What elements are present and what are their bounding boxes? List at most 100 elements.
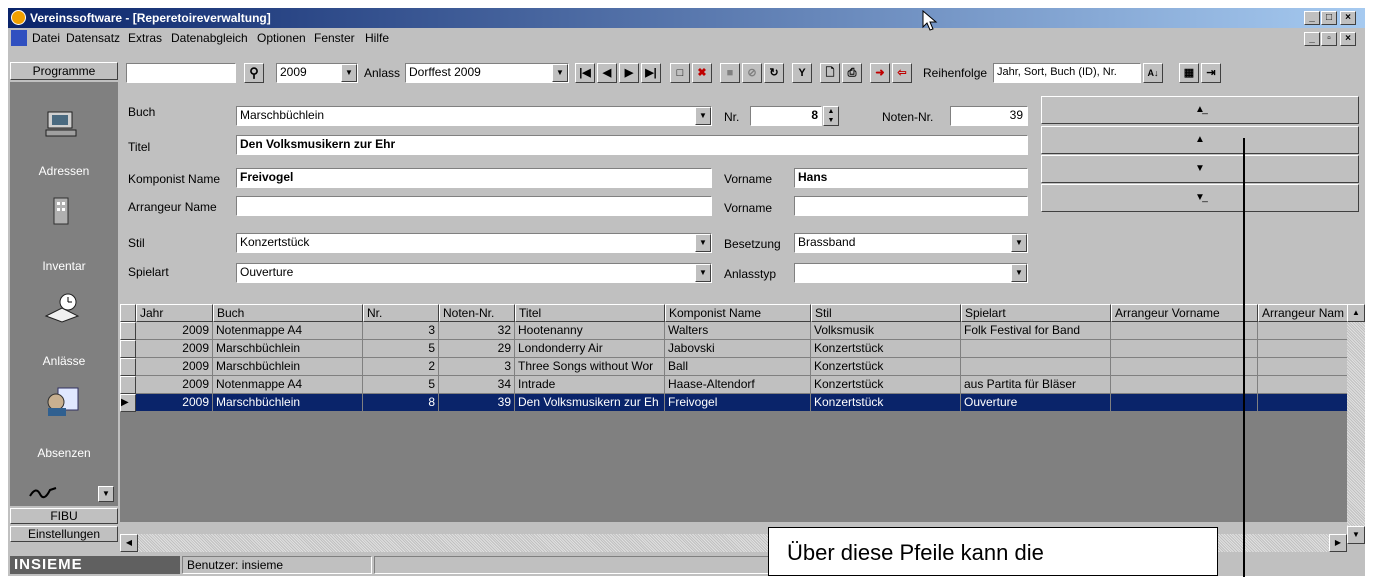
anlass-select[interactable]: Dorffest 2009 ▼	[405, 63, 569, 83]
cell-arrangeur-vorname[interactable]	[1111, 358, 1258, 376]
cell-arrangeur-name[interactable]	[1258, 376, 1357, 394]
cell-noten-nr[interactable]: 32	[439, 322, 515, 340]
sidebar-fibu-button[interactable]: FIBU	[10, 508, 118, 524]
cell-arrangeur-name[interactable]	[1258, 358, 1357, 376]
cell-buch[interactable]: Notenmappe A4	[213, 322, 363, 340]
row-indicator[interactable]	[120, 376, 136, 394]
cell-arrangeur-name[interactable]	[1258, 322, 1357, 340]
last-record-icon[interactable]: ▶|	[641, 63, 661, 83]
column-header-arrangeur-name[interactable]: Arrangeur Nam	[1258, 304, 1357, 322]
cell-spielart[interactable]: aus Partita für Bläser	[961, 376, 1111, 394]
arrangeur-vorname-field[interactable]	[794, 196, 1028, 216]
close-button[interactable]: ×	[1340, 11, 1356, 25]
cell-arrangeur-vorname[interactable]	[1111, 340, 1258, 358]
cell-arrangeur-vorname[interactable]	[1111, 376, 1258, 394]
cell-komponist-name[interactable]: Haase-Altendorf	[665, 376, 811, 394]
table-row[interactable]: 2009 Marschbüchlein 5 29 Londonderry Air Jabo…	[120, 340, 1357, 358]
sidebar-item-absenzen[interactable]: Absenzen	[10, 446, 118, 460]
besetzung-select[interactable]: Brassband ▼	[794, 233, 1028, 253]
cell-spielart[interactable]	[961, 340, 1111, 358]
table-row[interactable]: 2009 Notenmappe A4 5 34 Intrade Haase-Altendo…	[120, 376, 1357, 394]
programme-header[interactable]: Programme	[10, 62, 118, 80]
cell-arrangeur-name[interactable]	[1258, 394, 1357, 412]
spielart-select[interactable]: Ouverture ▼	[236, 263, 712, 283]
next-record-icon[interactable]: ▶	[619, 63, 639, 83]
search-input[interactable]	[126, 63, 236, 83]
cell-stil[interactable]: Konzertstück	[811, 358, 961, 376]
cell-stil[interactable]: Konzertstück	[811, 394, 961, 412]
print-icon[interactable]: ⎙	[842, 63, 862, 83]
scroll-up-icon[interactable]: ▲	[1347, 304, 1365, 322]
grid-view-icon[interactable]: ▦	[1179, 63, 1199, 83]
building-icon[interactable]	[42, 194, 82, 230]
column-header-spielart[interactable]: Spielart	[961, 304, 1111, 322]
save-icon[interactable]: ■	[720, 63, 740, 83]
cell-jahr[interactable]: 2009	[136, 322, 213, 340]
cell-nr[interactable]: 8	[363, 394, 439, 412]
cell-noten-nr[interactable]: 39	[439, 394, 515, 412]
binoculars-icon[interactable]: ⚲	[244, 63, 264, 83]
sidebar-item-anlaesse[interactable]: Anlässe	[10, 354, 118, 368]
cell-jahr[interactable]: 2009	[136, 394, 213, 412]
arrangeur-name-field[interactable]	[236, 196, 712, 216]
nr-spinner[interactable]: ▲ ▼	[823, 106, 839, 126]
mdi-close-button[interactable]: ×	[1340, 32, 1356, 46]
chevron-down-icon[interactable]: ▼	[695, 234, 711, 252]
export-icon[interactable]: ➜	[870, 63, 890, 83]
chevron-down-icon[interactable]: ▼	[341, 64, 357, 82]
first-record-icon[interactable]: |◀	[575, 63, 595, 83]
preview-icon[interactable]: 🗋	[820, 63, 840, 83]
sort-az-icon[interactable]: A↓	[1143, 63, 1163, 83]
cell-nr[interactable]: 3	[363, 322, 439, 340]
table-row[interactable]: 2009 Notenmappe A4 3 32 Hootenanny Walters Vol…	[120, 322, 1357, 340]
cell-jahr[interactable]: 2009	[136, 340, 213, 358]
import-icon[interactable]: ⇦	[892, 63, 912, 83]
cell-titel[interactable]: Londonderry Air	[515, 340, 665, 358]
column-header-nr[interactable]: Nr.	[363, 304, 439, 322]
scroll-right-icon[interactable]: ▶	[1329, 534, 1347, 552]
sidebar-item-inventar[interactable]: Inventar	[10, 259, 118, 273]
filter-icon[interactable]: Y	[792, 63, 812, 83]
chevron-down-icon[interactable]: ▼	[695, 264, 711, 282]
cell-komponist-name[interactable]: Ball	[665, 358, 811, 376]
exit-icon[interactable]: ⇥	[1201, 63, 1221, 83]
column-header-stil[interactable]: Stil	[811, 304, 961, 322]
titel-field[interactable]: Den Volksmusikern zur Ehr	[236, 135, 1028, 155]
delete-record-icon[interactable]: ✖	[692, 63, 712, 83]
column-header-noten-nr[interactable]: Noten-Nr.	[439, 304, 515, 322]
refresh-icon[interactable]: ↻	[764, 63, 784, 83]
cell-noten-nr[interactable]: 3	[439, 358, 515, 376]
cancel-icon[interactable]: ⊘	[742, 63, 762, 83]
cell-noten-nr[interactable]: 29	[439, 340, 515, 358]
cell-buch[interactable]: Marschbüchlein	[213, 340, 363, 358]
mdi-minimize-button[interactable]: _	[1304, 32, 1320, 46]
menu-datensatz[interactable]: Datensatz	[66, 31, 120, 45]
cell-buch[interactable]: Marschbüchlein	[213, 394, 363, 412]
komponist-vorname-field[interactable]: Hans	[794, 168, 1028, 188]
chevron-down-icon[interactable]: ▼	[1011, 234, 1027, 252]
komponist-name-field[interactable]: Freivogel	[236, 168, 712, 188]
cell-buch[interactable]: Marschbüchlein	[213, 358, 363, 376]
cell-nr[interactable]: 2	[363, 358, 439, 376]
column-header-komponist-name[interactable]: Komponist Name	[665, 304, 811, 322]
cell-titel[interactable]: Den Volksmusikern zur Eh	[515, 394, 665, 412]
row-indicator[interactable]: ▶	[120, 394, 136, 412]
column-header-arrangeur-vorname[interactable]: Arrangeur Vorname	[1111, 304, 1258, 322]
signature-icon[interactable]	[28, 482, 58, 502]
move-down-button[interactable]: ▼	[1041, 155, 1359, 183]
new-record-icon[interactable]: □	[670, 63, 690, 83]
menu-datei[interactable]: Datei	[32, 31, 60, 45]
anlasstyp-select[interactable]: ▼	[794, 263, 1028, 283]
move-to-top-button[interactable]: ▲̲	[1041, 96, 1359, 124]
cell-buch[interactable]: Notenmappe A4	[213, 376, 363, 394]
cell-komponist-name[interactable]: Walters	[665, 322, 811, 340]
row-indicator[interactable]	[120, 340, 136, 358]
chevron-down-icon[interactable]: ▼	[98, 486, 114, 502]
vertical-scrollbar[interactable]: ▲ ▼	[1347, 304, 1365, 544]
cell-komponist-name[interactable]: Freivogel	[665, 394, 811, 412]
chevron-down-icon[interactable]: ▼	[695, 107, 711, 125]
previous-record-icon[interactable]: ◀	[597, 63, 617, 83]
cell-stil[interactable]: Volksmusik	[811, 322, 961, 340]
calendar-book-icon[interactable]	[42, 290, 82, 326]
mdi-restore-button[interactable]: ▫	[1321, 32, 1337, 46]
